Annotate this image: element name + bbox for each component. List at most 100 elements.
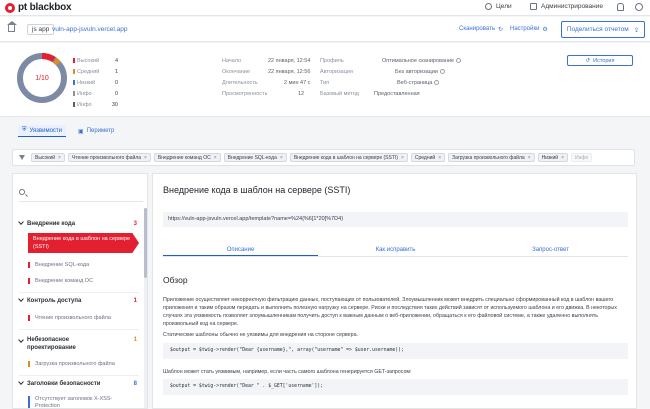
chevron-down-icon (18, 379, 24, 385)
filter-chip[interactable]: Высокий × (31, 153, 65, 162)
tab-request-response[interactable]: Запрос-ответ (473, 244, 628, 256)
target-url[interactable]: vuln-app-jsvuln.vercel.app (52, 24, 442, 35)
category-security-headers[interactable]: Заголовки безопасности 8 (18, 379, 137, 387)
severity-bar (73, 79, 75, 85)
home-icon[interactable] (7, 21, 17, 32)
meta-row: Длительность 2 мин 47 с (222, 77, 322, 88)
severity-row[interactable]: Инфо 0 (73, 88, 118, 99)
filter-chip[interactable]: Низкий × (537, 153, 569, 162)
category-access-control[interactable]: Контроль доступа 1 (18, 296, 137, 304)
severity-row[interactable]: Высокий 4 (73, 55, 118, 66)
donut-label: 1/10 (35, 75, 49, 82)
meta-value: 12 (298, 90, 305, 97)
tab-vulnerabilities[interactable]: ⛨ Уязвимости (18, 125, 67, 137)
meta-row: Просмотренность 12 (222, 88, 322, 99)
severity-row[interactable]: Средний 1 (73, 66, 118, 77)
vuln-item-xss-header[interactable]: Отсутствует заголовок X-XSS-Protection (28, 396, 118, 408)
category-count: 3 (133, 221, 137, 227)
tab-label: Периметр (86, 128, 115, 134)
meta-value: 22 января, 12:56 (268, 68, 311, 75)
scan-button[interactable]: Сканировать ↻ (459, 26, 503, 33)
severity-count: 4 (114, 57, 118, 64)
filter-chip[interactable]: Чтение произвольного файла × (67, 153, 151, 162)
vuln-item-file-upload[interactable]: Загрузка произвольного файла (28, 361, 139, 367)
divider (19, 375, 139, 376)
close-icon[interactable]: × (438, 154, 441, 161)
meta-key: Профиль (320, 57, 344, 64)
filter-chip[interactable]: Внедрение SQL-кода × (223, 153, 287, 162)
detail-tabs: Описание Как исправить Запрос-ответ (163, 244, 628, 257)
vuln-item-ssti[interactable]: Внедрение кода в шаблон на сервере (SSTI… (28, 233, 139, 253)
history-icon: ↺ (585, 57, 591, 64)
help-icon[interactable] (456, 57, 462, 63)
filter-chip[interactable]: Инфо (571, 153, 593, 162)
settings-label: Настройки (510, 26, 540, 32)
perimeter-icon: ▣ (78, 128, 84, 135)
meta-row: Окончание 22 января, 12:56 (222, 66, 322, 77)
help-icon[interactable] (439, 68, 445, 74)
nav-goals-label: Цели (496, 3, 512, 10)
filter-chip[interactable]: Внедрение команд ОС × (153, 153, 221, 162)
severity-count: 0 (114, 90, 118, 97)
filter-chip[interactable]: Загрузка произвольного файла × (448, 153, 535, 162)
logo-text: pt blackbox (18, 2, 72, 13)
tab-description[interactable]: Описание (163, 244, 318, 256)
nav-admin[interactable]: Администрирование (530, 3, 603, 10)
overview-paragraph: Статические шаблоны обычно не уязвимы дл… (163, 332, 358, 338)
close-icon[interactable]: × (401, 154, 404, 161)
meta-row: Базовый метод Предоставленная (320, 88, 470, 99)
meta-row: Авторизация Без авторизации (320, 66, 470, 77)
close-icon[interactable]: × (58, 154, 61, 161)
category-label: Контроль доступа (27, 298, 82, 304)
scrollbar-thumb[interactable] (144, 208, 147, 278)
detail-title: Внедрение кода в шаблон на сервере (SSTI… (163, 185, 351, 195)
vuln-item-os-command[interactable]: Внедрение команд ОС (28, 278, 139, 284)
tab-perimeter[interactable]: ▣ Периметр (76, 125, 116, 137)
close-icon[interactable]: × (280, 154, 283, 161)
top-bar: pt blackbox Цели Администрирование (0, 0, 650, 16)
category-label: Заголовки безопасности (27, 381, 101, 387)
history-button[interactable]: ↺ История (567, 55, 633, 66)
category-code-injection[interactable]: Внедрение кода 3 (18, 219, 137, 227)
logo[interactable]: pt blackbox (5, 2, 72, 13)
search-icon[interactable] (19, 189, 25, 195)
close-icon[interactable]: × (528, 154, 531, 161)
category-count: 8 (133, 381, 137, 387)
severity-row[interactable]: Инфо 30 (73, 99, 118, 110)
nav-goals[interactable]: Цели (485, 3, 512, 10)
history-label: История (593, 57, 615, 64)
meta-key: Базовый метод (320, 90, 359, 97)
filter-chip[interactable]: Средний × (410, 153, 446, 162)
category-label: Небезопасное проектирование (27, 337, 76, 351)
vuln-item-file-read[interactable]: Чтение произвольного файла (28, 315, 139, 321)
severity-count: 0 (114, 79, 118, 86)
meta-key: Тип (320, 79, 330, 86)
meta-key: Просмотренность (222, 90, 268, 97)
user-icon[interactable] (635, 3, 643, 11)
settings-button[interactable]: Настройки ⚙ (510, 26, 548, 33)
severity-bar (73, 90, 75, 96)
meta-key: Авторизация (320, 68, 353, 75)
detail-url[interactable]: https://vuln-app-jsvuln.vercel.app/templ… (163, 212, 628, 227)
severity-row[interactable]: Низкий 0 (73, 77, 118, 88)
meta-row: Начало 22 января, 12:54 (222, 55, 322, 66)
help-icon[interactable] (434, 79, 440, 85)
meta-value: Без авторизации (395, 69, 445, 75)
close-icon[interactable]: × (214, 154, 217, 161)
bell-icon[interactable] (617, 3, 624, 11)
filter-icon[interactable] (19, 155, 25, 160)
app-tag[interactable]: js app (27, 24, 55, 35)
tab-how-to-fix[interactable]: Как исправить (318, 244, 473, 256)
category-insecure-design[interactable]: Небезопасное проектирование 1 (18, 336, 137, 352)
meta-value: Веб-страница (397, 79, 440, 86)
vuln-item-sql[interactable]: Внедрение SQL-кода (28, 262, 139, 268)
share-report-button[interactable]: Поделиться отчетом ⇪ (561, 21, 645, 38)
severity-label: Инфо (77, 101, 92, 108)
filter-chip[interactable]: Внедрение кода в шаблон на сервере (SSTI… (289, 153, 408, 162)
vulnerability-detail: Внедрение кода в шаблон на сервере (SSTI… (152, 173, 637, 409)
scan-profile: Профиль Оптимальное сканирование Авториза… (320, 55, 470, 99)
gear-icon: ⚙ (542, 27, 548, 33)
close-icon[interactable]: × (561, 154, 564, 161)
code-sample: $output = $twig->render("Dear {username}… (163, 343, 628, 359)
close-icon[interactable]: × (144, 154, 147, 161)
